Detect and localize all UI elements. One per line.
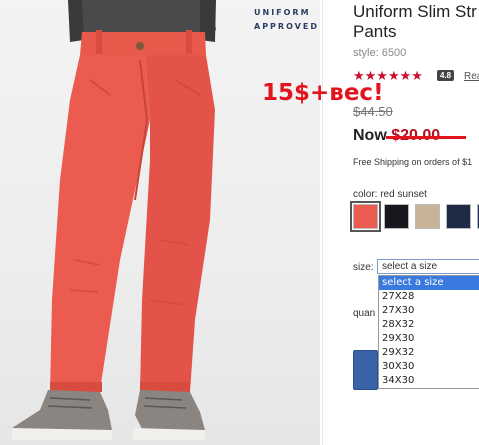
price-strike-mark [386,136,466,139]
quantity-label: quan [353,308,376,319]
size-dropdown-list: select a size 27X28 27X30 28X32 29X30 29… [378,275,479,389]
overlay-price-note: 15$+вес! [262,80,384,106]
size-option[interactable]: 34X30 [379,374,479,388]
badge-line1: UNIFORM [254,8,311,17]
product-title-line2: Pants [353,22,397,41]
panel-divider [322,0,323,445]
shipping-note: Free Shipping on orders of $1 [353,157,473,167]
size-label: size: [353,262,374,273]
color-swatches [350,201,479,232]
swatch-navy[interactable] [446,204,471,229]
rating-badge: 4.8 [437,70,455,81]
size-option[interactable]: 29X32 [379,346,479,360]
size-select[interactable]: select a size [377,259,479,274]
swatch-khaki[interactable] [415,204,440,229]
swatch-red-sunset[interactable] [350,201,381,232]
swatch-black[interactable] [384,204,409,229]
size-option[interactable]: 30X30 [379,360,479,374]
badge-line2: APPROVED [254,22,319,31]
size-option[interactable]: 28X32 [379,318,479,332]
add-to-bag-button[interactable] [353,350,378,390]
size-option[interactable]: 29X30 [379,332,479,346]
product-style: style: 6500 [353,47,407,59]
product-title: Uniform Slim Str [353,2,477,21]
product-photo: UNIFORM APPROVED [0,0,320,445]
old-price: $44.50 [353,104,393,119]
color-label: color: red sunset [353,189,427,200]
size-option[interactable]: 27X28 [379,290,479,304]
size-option[interactable]: select a size [379,276,479,290]
uniform-approved-badge: UNIFORM APPROVED [254,6,319,34]
pants-image [12,0,216,440]
reviews-link[interactable]: Rea [464,71,479,82]
size-option[interactable]: 27X30 [379,304,479,318]
